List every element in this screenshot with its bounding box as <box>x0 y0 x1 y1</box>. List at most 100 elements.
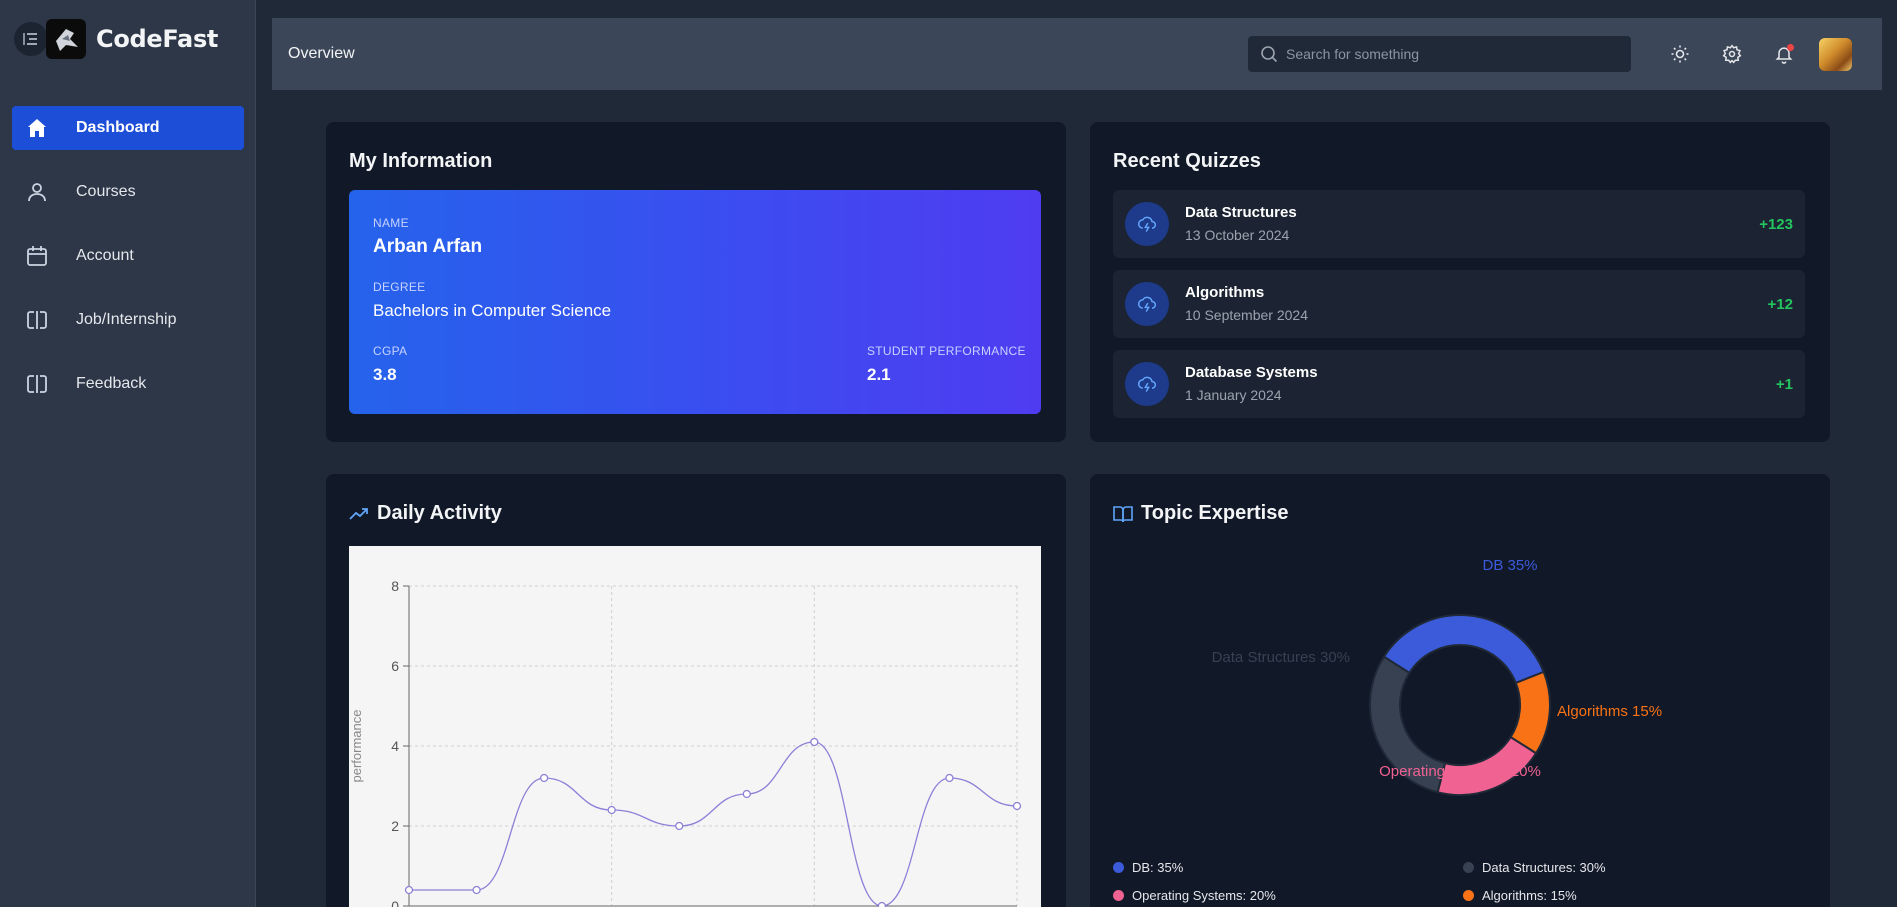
sidebar-item-label: Feedback <box>76 375 147 392</box>
line-chart: 0 2 4 6 8 performance <box>349 578 1022 907</box>
quiz-item[interactable]: Database Systems 1 January 2024 +1 <box>1113 350 1805 418</box>
y-axis-label: performance <box>349 710 364 783</box>
legend-dot <box>1463 890 1474 901</box>
avatar[interactable] <box>1819 38 1852 71</box>
data-point <box>675 821 684 831</box>
card-title: My Information <box>349 150 493 172</box>
slice-label-ds: Data Structures 30% <box>1212 649 1350 666</box>
daily-activity-card: Daily Activity 0 2 4 6 8 performance <box>326 474 1066 907</box>
bell-icon[interactable] <box>1770 40 1798 68</box>
data-point <box>810 737 819 747</box>
legend-item-data-structures[interactable]: Data Structures: 30% <box>1463 860 1606 875</box>
page-title: Overview <box>288 45 355 62</box>
quiz-date: 10 September 2024 <box>1185 307 1308 323</box>
legend-dot <box>1113 890 1124 901</box>
slice-label-os: Operating Systems 20% <box>1379 763 1541 780</box>
card-title-text: Daily Activity <box>377 502 502 524</box>
legend-dot <box>1463 862 1474 873</box>
trending-up-icon <box>349 507 368 520</box>
cloud-lightning-icon <box>1125 282 1169 326</box>
cgpa-label: CGPA <box>373 344 408 358</box>
gear-icon[interactable] <box>1718 40 1746 68</box>
legend-item-db[interactable]: DB: 35% <box>1113 860 1183 875</box>
home-icon <box>24 115 50 141</box>
quiz-item[interactable]: Data Structures 13 October 2024 +123 <box>1113 190 1805 258</box>
name-label: NAME <box>373 216 409 230</box>
notification-dot <box>1787 44 1794 51</box>
name-value: Arban Arfan <box>373 236 483 257</box>
sidebar-item-account[interactable]: Account <box>12 234 244 278</box>
sidebar-item-feedback[interactable]: Feedback <box>12 362 244 406</box>
slice-label-alg: Algorithms 15% <box>1557 703 1662 720</box>
data-point <box>742 789 751 799</box>
data-point <box>404 885 414 895</box>
sidebar-item-label: Dashboard <box>76 119 160 136</box>
data-point <box>877 901 887 907</box>
logo <box>46 19 86 59</box>
search-icon <box>1261 46 1278 63</box>
series-line <box>408 741 1018 907</box>
cgpa-value: 3.8 <box>373 365 397 384</box>
top-header: Overview <box>272 18 1882 90</box>
legend-label: Algorithms: 15% <box>1482 888 1577 903</box>
y-tick-label: 0 <box>391 898 399 907</box>
slice-label-db: DB 35% <box>1482 557 1537 574</box>
legend-label: Operating Systems: 20% <box>1132 888 1276 903</box>
sidebar-item-label: Job/Internship <box>76 311 177 328</box>
performance-value: 2.1 <box>867 365 891 384</box>
topic-expertise-card: Topic Expertise DB 35% Data Structures 30… <box>1090 474 1830 907</box>
performance-label: STUDENT PERFORMANCE <box>867 344 1026 358</box>
quiz-score: +12 <box>1767 296 1793 313</box>
quiz-score: +1 <box>1775 376 1793 393</box>
degree-label: DEGREE <box>373 280 426 294</box>
sidebar-item-courses[interactable]: Courses <box>12 170 244 214</box>
y-tick-label: 2 <box>391 818 399 834</box>
info-box: NAME Arban Arfan DEGREE Bachelors in Com… <box>349 190 1041 414</box>
card-title: Recent Quizzes <box>1113 150 1261 172</box>
cloud-lightning-icon <box>1125 362 1169 406</box>
quiz-date: 1 January 2024 <box>1185 387 1282 403</box>
quiz-name: Data Structures <box>1185 204 1297 221</box>
card-title: Daily Activity <box>349 502 502 525</box>
sidebar-item-label: Courses <box>76 183 136 200</box>
quiz-name: Algorithms <box>1185 284 1265 301</box>
legend-item-algorithms[interactable]: Algorithms: 15% <box>1463 888 1577 903</box>
sidebar-item-label: Account <box>76 247 134 264</box>
daily-activity-chart: 0 2 4 6 8 performance <box>349 546 1041 907</box>
y-tick-label: 8 <box>391 578 399 594</box>
calendar-icon <box>24 243 50 269</box>
degree-value: Bachelors in Computer Science <box>373 301 612 320</box>
sun-icon[interactable] <box>1666 40 1694 68</box>
search-box <box>1248 36 1631 72</box>
recent-quizzes-card: Recent Quizzes Data Structures 13 Octobe… <box>1090 122 1830 442</box>
data-point <box>539 773 549 783</box>
data-point <box>607 805 616 815</box>
menu-toggle-icon[interactable] <box>14 22 48 56</box>
my-information-card: My Information NAME Arban Arfan DEGREE B… <box>326 122 1066 442</box>
brand-name: CodeFast <box>96 25 219 53</box>
search-input[interactable] <box>1286 46 1606 62</box>
data-point <box>1012 801 1022 811</box>
quiz-date: 13 October 2024 <box>1185 227 1290 243</box>
quiz-score: +123 <box>1759 216 1793 233</box>
legend-dot <box>1113 862 1124 873</box>
sidebar-item-job-internship[interactable]: Job/Internship <box>12 298 244 342</box>
cloud-lightning-icon <box>1125 202 1169 246</box>
legend-label: Data Structures: 30% <box>1482 860 1606 875</box>
y-tick-label: 4 <box>391 738 399 754</box>
user-icon <box>24 179 50 205</box>
sidebar-nav: Dashboard Courses Account Job/Internship… <box>12 106 244 426</box>
columns-icon <box>24 307 50 333</box>
data-point <box>472 885 481 895</box>
brand: CodeFast <box>14 18 218 60</box>
quiz-item[interactable]: Algorithms 10 September 2024 +12 <box>1113 270 1805 338</box>
data-point <box>945 773 954 783</box>
sidebar: CodeFast Dashboard Courses Account Job/I… <box>0 0 256 907</box>
columns-icon <box>24 371 50 397</box>
sidebar-item-dashboard[interactable]: Dashboard <box>12 106 244 150</box>
y-tick-label: 6 <box>391 658 399 674</box>
donut-chart: DB 35% Data Structures 30% Algorithms 15% O… <box>1212 557 1662 796</box>
legend-item-operating-systems[interactable]: Operating Systems: 20% <box>1113 888 1276 903</box>
quiz-name: Database Systems <box>1185 364 1318 381</box>
legend-label: DB: 35% <box>1132 860 1184 875</box>
